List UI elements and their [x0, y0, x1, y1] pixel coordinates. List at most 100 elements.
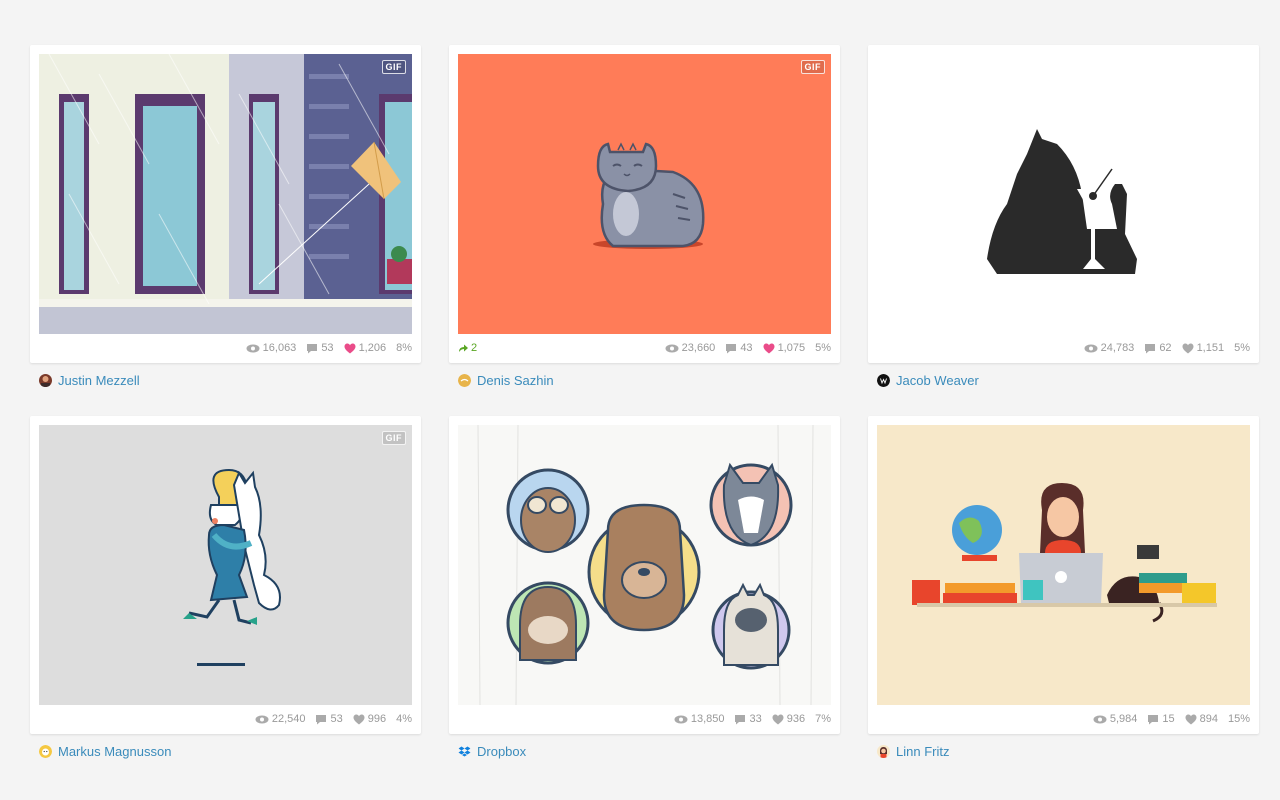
views-count: 24,783 [1084, 342, 1135, 354]
author-link[interactable]: Linn Fritz [877, 743, 949, 759]
views-count: 13,850 [674, 713, 725, 725]
views-value: 24,783 [1100, 342, 1135, 354]
likes-count[interactable]: 936 [772, 713, 805, 725]
author-link[interactable]: Jacob Weaver [877, 372, 979, 388]
shot-thumbnail[interactable] [877, 425, 1250, 705]
views-value: 5,984 [1109, 713, 1138, 725]
comments-value: 62 [1159, 342, 1172, 354]
comments-value: 15 [1162, 713, 1175, 725]
comments-value: 33 [749, 713, 762, 725]
shot-card: GIF 2 23,660 43 1,075 5% [449, 45, 840, 363]
likes-count[interactable]: 1,206 [344, 342, 387, 354]
comment-icon [316, 714, 327, 724]
shot-stats: 16,063 53 1,206 8% [246, 341, 412, 355]
dropbox-icon [458, 746, 471, 756]
gif-badge: GIF [381, 431, 406, 445]
heart-icon [1185, 714, 1197, 724]
comments-value: 43 [740, 342, 753, 354]
girl-laptop-desk-illustration [877, 425, 1250, 705]
shot-thumbnail[interactable]: GIF [39, 54, 412, 334]
likes-value: 894 [1199, 713, 1218, 725]
animal-portraits-illustration [458, 425, 831, 705]
shot-stats: 24,783 62 1,151 5% [1084, 341, 1250, 355]
shot-stats: 5,984 15 894 15% [1093, 712, 1250, 726]
shot-thumbnail[interactable] [458, 425, 831, 705]
likes-count[interactable]: 894 [1185, 713, 1218, 725]
author-name: Justin Mezzell [58, 372, 140, 388]
comment-icon [1145, 343, 1156, 353]
heart-icon [772, 714, 784, 724]
comments-count[interactable]: 53 [315, 713, 343, 725]
author-name: Jacob Weaver [896, 372, 979, 388]
girl-hugging-cat-illustration [39, 425, 412, 705]
shot-stats: 22,540 53 996 4% [255, 712, 412, 726]
author-name: Dropbox [477, 743, 527, 759]
comments-count[interactable]: 33 [734, 713, 762, 725]
author-link[interactable]: Justin Mezzell [39, 372, 140, 388]
comments-count[interactable]: 15 [1147, 713, 1175, 725]
likes-value: 1,206 [358, 342, 387, 354]
shot-card: GIF 22,540 53 996 4% [30, 416, 421, 734]
comments-value: 53 [321, 342, 334, 354]
heart-icon [763, 343, 775, 353]
comment-icon [726, 343, 737, 353]
likes-value: 996 [367, 713, 387, 725]
views-count: 23,660 [665, 342, 716, 354]
comment-icon [307, 343, 318, 353]
comments-value: 53 [330, 713, 343, 725]
comment-icon [1148, 714, 1159, 724]
cat-martini-illustration [877, 54, 1250, 334]
author-link[interactable]: Markus Magnusson [39, 743, 171, 759]
shot-thumbnail[interactable] [877, 54, 1250, 334]
shot-card: 5,984 15 894 15% [868, 416, 1259, 734]
views-count: 22,540 [255, 713, 306, 725]
likes-value: 1,151 [1196, 342, 1225, 354]
views-value: 22,540 [271, 713, 306, 725]
likes-count[interactable]: 996 [353, 713, 386, 725]
shot-card: 24,783 62 1,151 5% [868, 45, 1259, 363]
avatar [877, 744, 890, 758]
shot-card: GIF 16,063 53 1,206 8% [30, 45, 421, 363]
views-value: 23,660 [681, 342, 716, 354]
avatar [39, 744, 52, 758]
comments-count[interactable]: 53 [306, 342, 334, 354]
comments-count[interactable]: 43 [725, 342, 753, 354]
percent-value: 4% [396, 713, 412, 725]
percent-value: 8% [396, 342, 412, 354]
author-link[interactable]: Denis Sazhin [458, 372, 554, 388]
likes-value: 936 [786, 713, 806, 725]
likes-count[interactable]: 1,151 [1182, 342, 1225, 354]
eye-icon [1084, 344, 1098, 352]
likes-value: 1,075 [777, 342, 806, 354]
eye-icon [255, 715, 269, 723]
rebounds-value: 2 [471, 342, 478, 354]
gif-badge: GIF [800, 60, 825, 74]
rainy-building-illustration [39, 54, 412, 334]
author-name: Denis Sazhin [477, 372, 554, 388]
heart-icon [1182, 343, 1194, 353]
shot-stats: 13,850 33 936 7% [674, 712, 831, 726]
avatar [877, 373, 890, 387]
author-name: Markus Magnusson [58, 743, 172, 759]
gray-cat-illustration [458, 54, 831, 334]
avatar [458, 373, 471, 387]
shot-stats: 23,660 43 1,075 5% [665, 341, 831, 355]
eye-icon [1093, 715, 1107, 723]
eye-icon [674, 715, 688, 723]
views-value: 16,063 [262, 342, 297, 354]
shot-thumbnail[interactable]: GIF [458, 54, 831, 334]
avatar [39, 373, 52, 387]
author-link[interactable]: Dropbox [458, 743, 526, 759]
gif-badge: GIF [381, 60, 406, 74]
heart-icon [353, 714, 365, 724]
eye-icon [246, 344, 260, 352]
rebounds-link[interactable]: 2 [458, 342, 477, 354]
shot-thumbnail[interactable]: GIF [39, 425, 412, 705]
comments-count[interactable]: 62 [1144, 342, 1172, 354]
comment-icon [735, 714, 746, 724]
author-name: Linn Fritz [896, 743, 950, 759]
eye-icon [665, 344, 679, 352]
views-value: 13,850 [690, 713, 725, 725]
percent-value: 7% [815, 713, 831, 725]
likes-count[interactable]: 1,075 [763, 342, 806, 354]
